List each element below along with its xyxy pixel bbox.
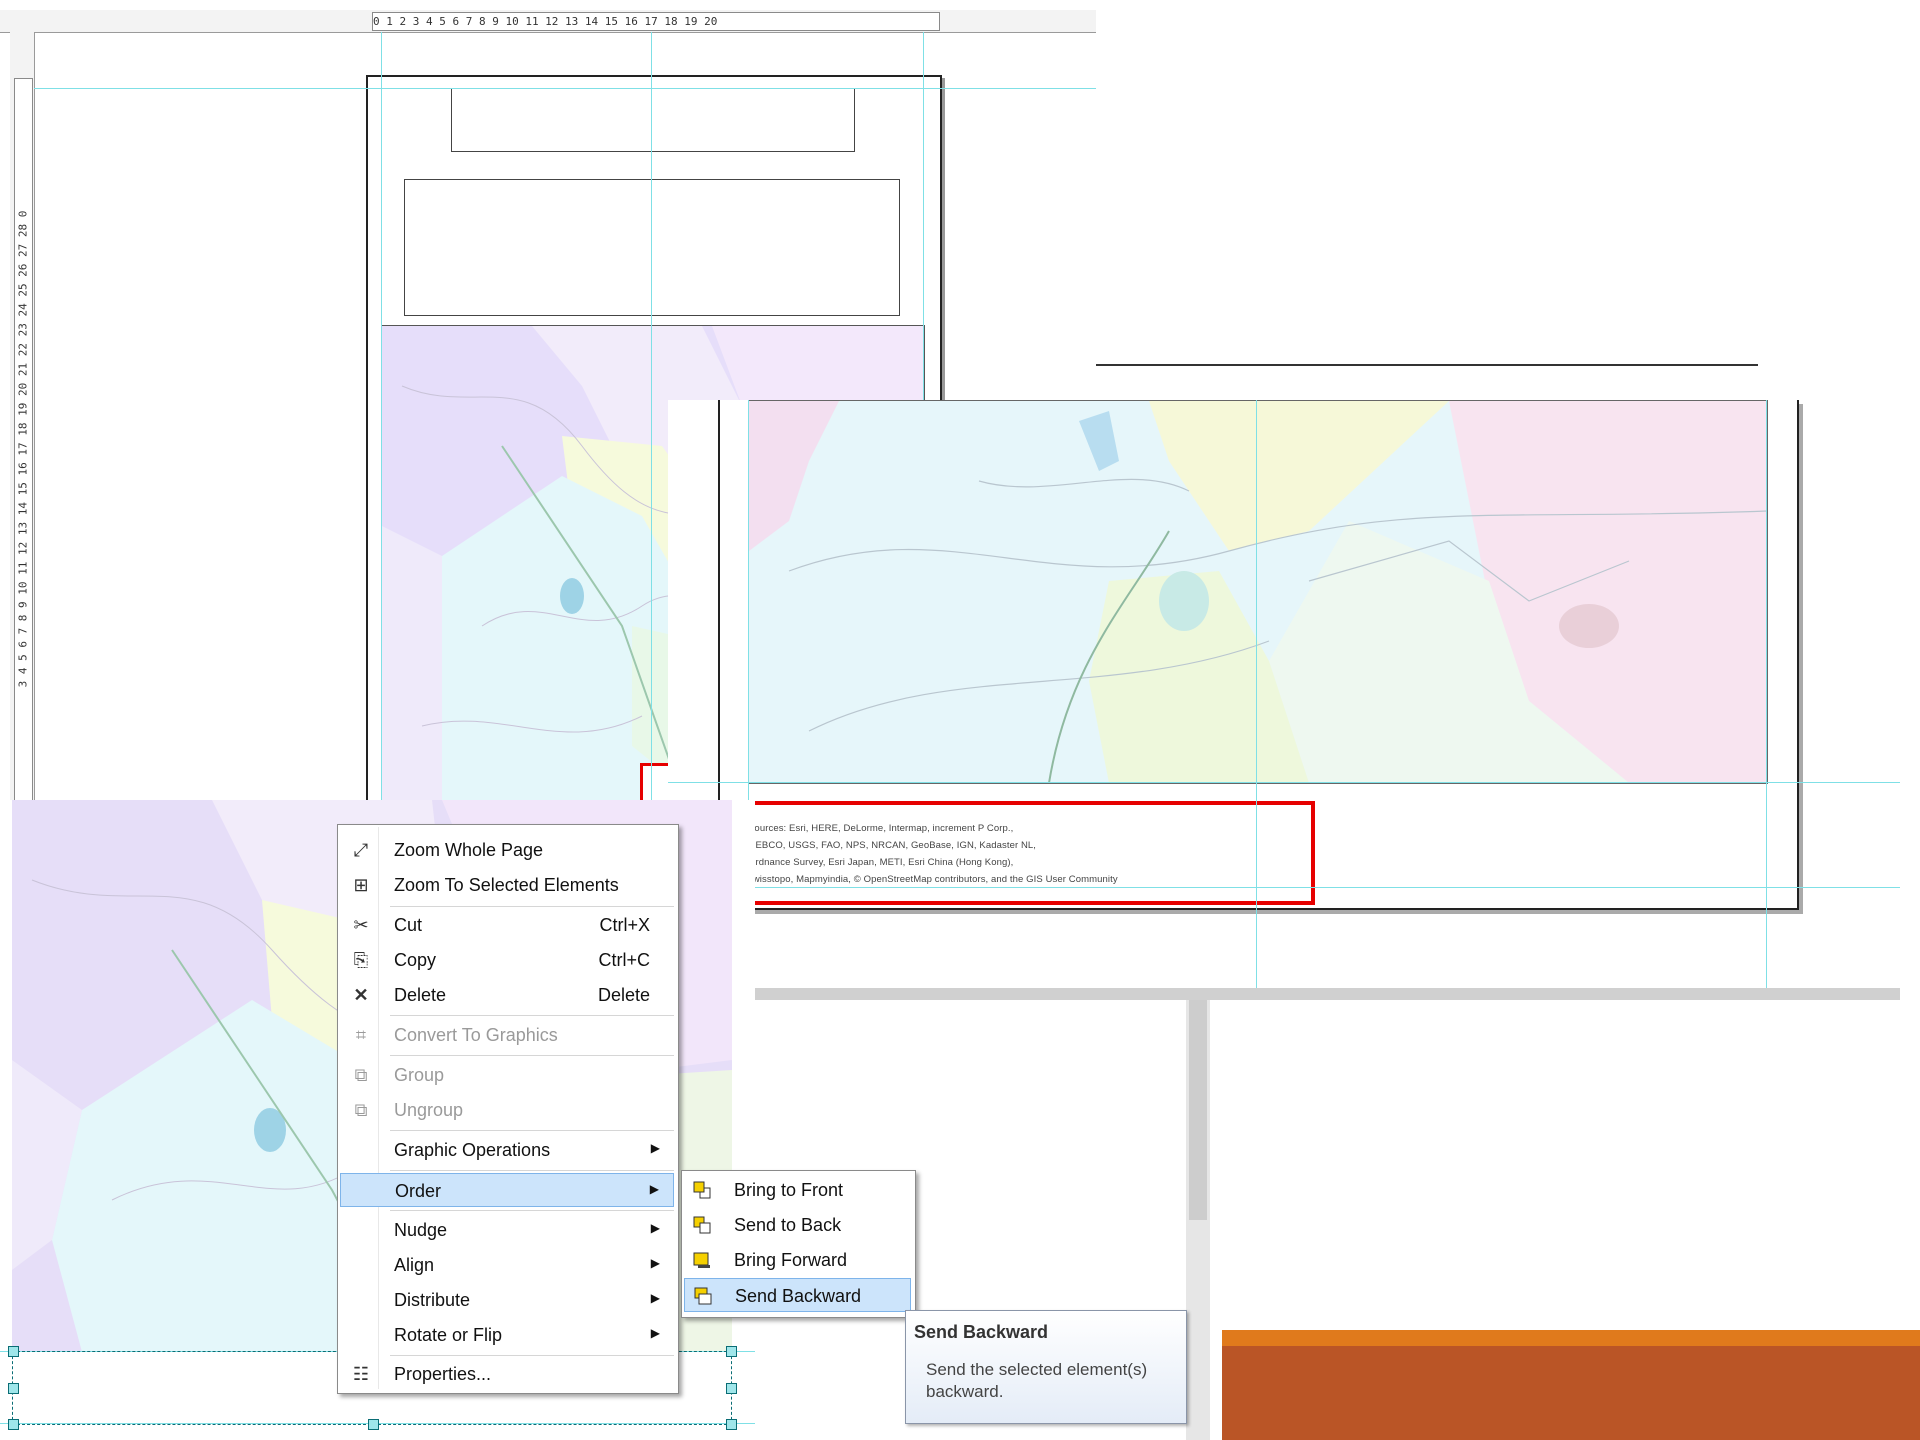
selection-handle[interactable] [726,1346,737,1357]
guide-line[interactable] [668,887,1900,888]
title-text-box[interactable] [451,88,855,152]
divider-line [1096,364,1758,366]
menu-item-nudge[interactable]: Nudge ▶ [340,1213,674,1247]
menu-item-group[interactable]: ⧉ Group [340,1058,674,1092]
guide-line[interactable] [668,782,1900,783]
menu-item-order[interactable]: Order ▶ [340,1173,674,1207]
selection-handle[interactable] [726,1419,737,1430]
scrollbar-thumb[interactable] [1189,1000,1207,1220]
menu-item-properties[interactable]: ☷ Properties... [340,1357,674,1391]
copy-icon: ⎘ [353,950,369,970]
credits-line: swisstopo, Mapmyindia, © OpenStreetMap c… [748,874,1118,885]
guide-line[interactable] [651,32,652,800]
credits-line: Sources: Esri, HERE, DeLorme, Intermap, … [748,823,1014,834]
menu-item-zoom-whole-page[interactable]: ⤢ Zoom Whole Page [340,833,674,867]
scissors-icon: ✂ [353,915,369,935]
guide-line[interactable] [1766,400,1767,988]
bring-forward-icon [693,1252,710,1268]
selection-handle[interactable] [368,1419,379,1430]
submenu-arrow-icon: ▶ [650,1141,660,1155]
menu-item-cut[interactable]: ✂ Cut Ctrl+X [340,908,674,942]
submenu-item-send-to-back[interactable]: Send to Back [684,1208,911,1242]
accent-band-orange [1222,1330,1920,1346]
selection-handle[interactable] [8,1419,19,1430]
submenu-item-bring-to-front[interactable]: Bring to Front [684,1173,911,1207]
context-menu: ⤢ Zoom Whole Page ⊞ Zoom To Selected Ele… [337,824,679,1394]
guide-line[interactable] [1256,400,1257,988]
vertical-ruler-scale: 3 4 5 6 7 8 9 10 11 12 13 14 15 16 17 18… [16,210,30,688]
order-submenu: Bring to Front Send to Back Bring Forwar… [681,1170,916,1318]
zoom-selected-icon: ⊞ [353,875,369,895]
menu-item-delete[interactable]: ✕ Delete Delete [340,978,674,1012]
selection-handle[interactable] [8,1383,19,1394]
send-backward-icon [694,1287,712,1305]
window-bottom-border [668,988,1900,1000]
zoomed-map-screenshot: Sources: Esri, HERE, DeLorme, Intermap, … [668,400,1900,1000]
submenu-arrow-icon: ▶ [650,1291,660,1305]
tooltip-body: Send the selected element(s) backward. [926,1360,1148,1401]
menu-item-ungroup[interactable]: ⧉ Ungroup [340,1093,674,1127]
menu-item-copy[interactable]: ⎘ Copy Ctrl+C [340,943,674,977]
group-icon: ⧉ [354,1065,368,1085]
menu-item-rotate-or-flip[interactable]: Rotate or Flip ▶ [340,1318,674,1352]
guide-line[interactable] [381,32,382,800]
zoom-whole-page-icon: ⤢ [353,840,369,860]
submenu-item-send-backward[interactable]: Send Backward [684,1278,911,1312]
selection-handle[interactable] [726,1383,737,1394]
description-text-box[interactable] [404,179,900,316]
credits-line: Ordnance Survey, Esri Japan, METI, Esri … [748,857,1014,868]
vertical-ruler: 3 4 5 6 7 8 9 10 11 12 13 14 15 16 17 18… [10,32,35,800]
bring-to-front-icon [693,1181,711,1199]
accent-band-brown [1222,1346,1920,1440]
zoomed-map-image [749,401,1767,783]
menu-item-graphic-operations[interactable]: Graphic Operations ▶ [340,1133,674,1167]
vertical-scrollbar[interactable] [1186,1000,1210,1440]
horizontal-ruler-scale: 0 1 2 3 4 5 6 7 8 9 10 11 12 13 14 15 16… [372,12,940,31]
convert-graphics-icon: ⌗ [355,1025,367,1045]
guide-line[interactable] [34,88,1096,89]
credits-line: GEBCO, USGS, FAO, NPS, NRCAN, GeoBase, I… [748,840,1037,851]
submenu-arrow-icon: ▶ [650,1326,660,1340]
send-backward-tooltip: Send Backward Send the selected element(… [905,1310,1187,1424]
send-to-back-icon [693,1216,711,1234]
menu-item-convert-to-graphics[interactable]: ⌗ Convert To Graphics [340,1018,674,1052]
map-credits-text[interactable]: Sources: Esri, HERE, DeLorme, Intermap, … [748,820,1308,888]
submenu-arrow-icon: ▶ [650,1221,660,1235]
menu-item-distribute[interactable]: Distribute ▶ [340,1283,674,1317]
delete-x-icon: ✕ [353,985,369,1005]
submenu-arrow-icon: ▶ [650,1256,660,1270]
submenu-item-bring-forward[interactable]: Bring Forward [684,1243,911,1277]
ungroup-icon: ⧉ [354,1100,368,1120]
tooltip-title: Send Backward [914,1322,1049,1342]
zoomed-data-frame[interactable] [748,400,1768,784]
menu-item-align[interactable]: Align ▶ [340,1248,674,1282]
selection-handle[interactable] [8,1346,19,1357]
horizontal-ruler: 0 1 2 3 4 5 6 7 8 9 10 11 12 13 14 15 16… [0,10,1096,33]
menu-item-zoom-selected[interactable]: ⊞ Zoom To Selected Elements [340,868,674,902]
submenu-arrow-icon: ▶ [649,1182,659,1196]
properties-icon: ☷ [352,1364,370,1384]
